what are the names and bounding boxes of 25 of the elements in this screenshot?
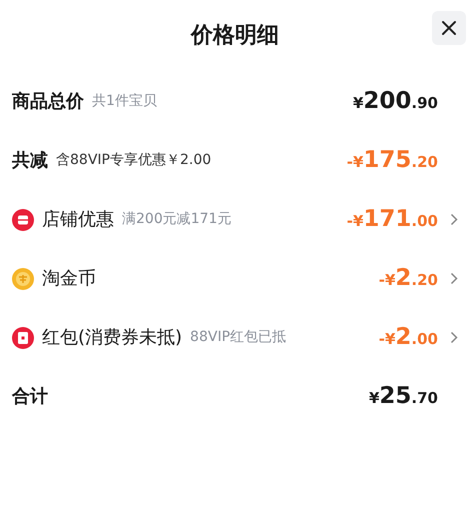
row-note: 满200元减171元	[122, 210, 232, 229]
sheet-title: 价格明细	[191, 22, 279, 50]
row-label: 合计	[12, 385, 48, 409]
row-label: 商品总价	[12, 90, 84, 114]
row-note: 88VIP红包已抵	[190, 328, 286, 347]
row-label: 共减	[12, 149, 48, 173]
row-label: 红包(消费券未抵)	[42, 326, 182, 350]
price: -¥2.00	[378, 323, 438, 352]
price: ¥25.70	[368, 382, 438, 412]
chevron-icon[interactable]	[450, 272, 458, 285]
price: -¥171.00	[346, 205, 438, 234]
chevron-icon[interactable]	[450, 331, 458, 344]
price: ¥200.90	[352, 87, 438, 116]
chevron-icon[interactable]	[450, 213, 458, 226]
price: -¥175.20	[346, 146, 438, 176]
close-button[interactable]	[432, 11, 466, 45]
row-label: 淘金币	[42, 267, 96, 291]
price: -¥2.20	[378, 264, 438, 294]
coin-icon	[12, 268, 34, 290]
envelope-icon	[12, 326, 34, 348]
row-note: 含88VIP专享优惠￥2.00	[56, 151, 212, 170]
row-note: 共1件宝贝	[92, 92, 157, 111]
close-icon	[441, 20, 457, 36]
row-label: 店铺优惠	[42, 208, 114, 232]
shop-icon	[12, 208, 34, 230]
